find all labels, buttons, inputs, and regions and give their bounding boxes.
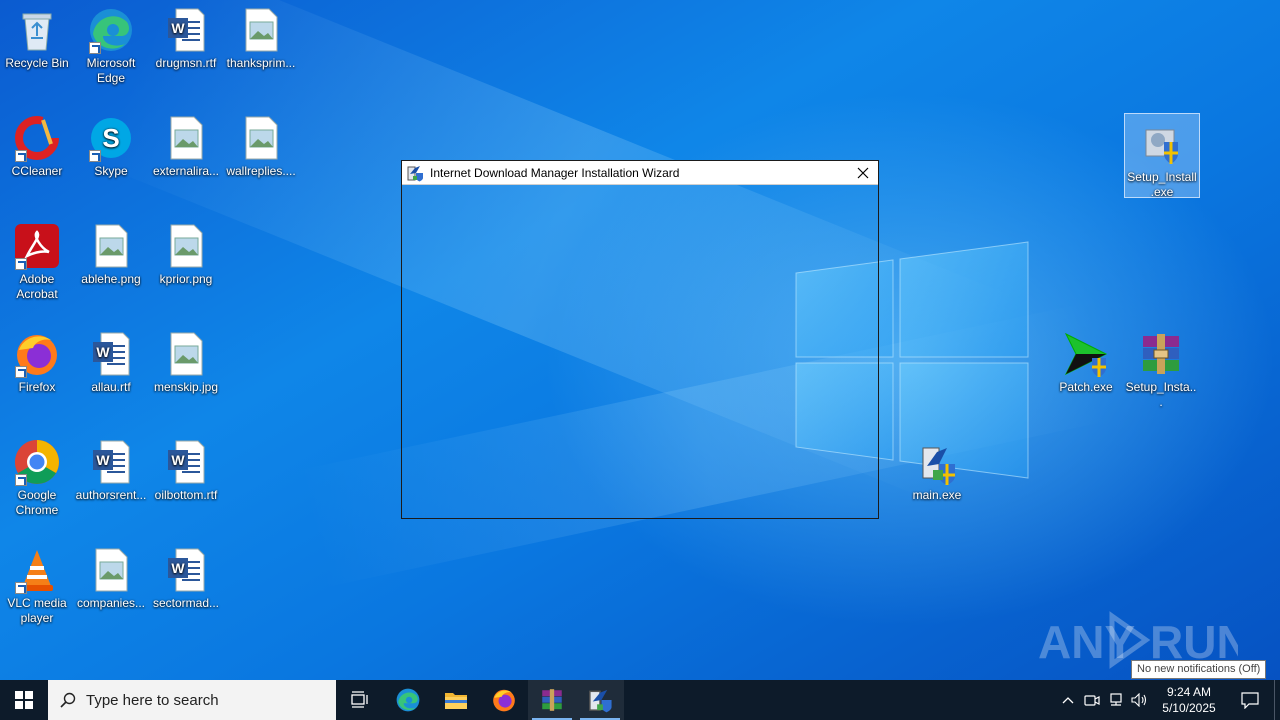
acrobat-icon (13, 222, 61, 270)
desktop-icon-setup-insta-archive[interactable]: Setup_Insta... (1124, 330, 1198, 410)
word-document-icon: W (162, 438, 210, 486)
start-button[interactable] (0, 680, 48, 720)
task-view-icon (351, 691, 368, 708)
taskbar-edge-button[interactable] (384, 680, 432, 720)
setup-exe-icon (913, 438, 961, 486)
svg-text:W: W (171, 560, 185, 576)
vlc-icon (13, 546, 61, 594)
edge-icon (87, 6, 135, 54)
desktop-icon-authorsrent[interactable]: W authorsrent... (74, 438, 148, 503)
image-file-icon (237, 114, 285, 162)
taskbar-firefox-button[interactable] (480, 680, 528, 720)
desktop-icon-microsoft-edge[interactable]: Microsoft Edge (74, 6, 148, 86)
image-file-icon (87, 546, 135, 594)
desktop-icon-allau-rtf[interactable]: W allau.rtf (74, 330, 148, 395)
notification-icon (1241, 692, 1259, 709)
desktop-icon-adobe-acrobat[interactable]: Adobe Acrobat (0, 222, 74, 302)
show-desktop-button[interactable] (1274, 680, 1280, 720)
notification-tooltip: No new notifications (Off) (1131, 660, 1267, 679)
desktop-icon-drugmsn-rtf[interactable]: W drugmsn.rtf (149, 6, 223, 71)
desktop-icon-setup-install-exe[interactable]: Setup_Install.exe (1124, 113, 1200, 199)
image-file-icon (87, 222, 135, 270)
firefox-icon (13, 330, 61, 378)
idm-setup-icon (407, 165, 423, 181)
taskbar-file-explorer-button[interactable] (432, 680, 480, 720)
window-close-button[interactable] (848, 161, 878, 184)
desktop-icon-oilbottom-rtf[interactable]: W oilbottom.rtf (149, 438, 223, 503)
desktop-icon-skype[interactable]: S Skype (74, 114, 148, 179)
svg-text:W: W (171, 452, 185, 468)
winrar-icon (542, 689, 562, 711)
firefox-icon (493, 689, 515, 712)
action-center-button[interactable] (1226, 680, 1274, 720)
installer-shield-icon (1138, 120, 1186, 168)
desktop-icon-recycle-bin[interactable]: Recycle Bin (0, 6, 74, 71)
speaker-icon (1131, 693, 1147, 707)
desktop-icon-wallreplies[interactable]: wallreplies.... (224, 114, 298, 179)
desktop-background: Recycle Bin CCleaner Adobe Acrobat Firef… (0, 0, 1280, 680)
idm-setup-icon (589, 689, 612, 713)
winrar-archive-icon (1137, 330, 1185, 378)
chevron-up-icon (1062, 697, 1074, 704)
window-titlebar[interactable]: Internet Download Manager Installation W… (402, 161, 878, 185)
svg-text:W: W (96, 452, 110, 468)
word-document-icon: W (162, 6, 210, 54)
desktop-icon-thanksprim[interactable]: thanksprim... (224, 6, 298, 71)
network-icon (1110, 693, 1122, 706)
desktop-icon-main-exe[interactable]: main.exe (900, 438, 974, 503)
desktop-icon-ccleaner[interactable]: CCleaner (0, 114, 74, 179)
image-file-icon (162, 114, 210, 162)
taskbar-idm-setup-button[interactable] (576, 680, 624, 720)
word-document-icon: W (87, 330, 135, 378)
image-file-icon (162, 330, 210, 378)
desktop-icon-ablehe-png[interactable]: ablehe.png (74, 222, 148, 287)
chrome-icon (13, 438, 61, 486)
svg-text:W: W (96, 344, 110, 360)
desktop-icon-sectormad[interactable]: W sectormad... (149, 546, 223, 611)
desktop-icon-companies[interactable]: companies... (74, 546, 148, 611)
file-explorer-icon (445, 693, 467, 709)
word-document-icon: W (162, 546, 210, 594)
image-file-icon (162, 222, 210, 270)
desktop-icon-externalira[interactable]: externalira... (149, 114, 223, 179)
taskbar: Type here to search 9:24 AM 5/10/2025 (0, 680, 1280, 720)
desktop-icon-firefox[interactable]: Firefox (0, 330, 74, 395)
tray-volume-button[interactable] (1128, 680, 1152, 720)
desktop-icon-kprior-png[interactable]: kprior.png (149, 222, 223, 287)
system-tray: 9:24 AM 5/10/2025 (1056, 680, 1280, 720)
desktop-icon-google-chrome[interactable]: Google Chrome (0, 438, 74, 518)
taskbar-winrar-button[interactable] (528, 680, 576, 720)
edge-icon (396, 688, 420, 712)
search-icon (60, 692, 76, 708)
clock-date: 5/10/2025 (1162, 701, 1216, 715)
desktop-icon-patch-exe[interactable]: Patch.exe (1049, 330, 1123, 395)
idm-patch-icon (1062, 330, 1110, 378)
image-file-icon (237, 6, 285, 54)
camera-icon (1084, 695, 1100, 706)
desktop-icon-menskip-jpg[interactable]: menskip.jpg (149, 330, 223, 395)
windows-start-icon (15, 691, 33, 709)
search-placeholder: Type here to search (86, 691, 219, 709)
tray-meet-now-button[interactable] (1080, 680, 1104, 720)
taskbar-clock[interactable]: 9:24 AM 5/10/2025 (1152, 684, 1226, 716)
svg-text:S: S (102, 123, 119, 153)
ccleaner-icon (13, 114, 61, 162)
show-hidden-icons-button[interactable] (1056, 680, 1080, 720)
skype-icon: S (87, 114, 135, 162)
window-title: Internet Download Manager Installation W… (430, 165, 680, 180)
task-view-button[interactable] (336, 680, 384, 720)
close-icon (857, 167, 869, 178)
tray-network-button[interactable] (1104, 680, 1128, 720)
idm-installation-wizard-window[interactable]: Internet Download Manager Installation W… (401, 160, 879, 519)
recycle-bin-icon (13, 6, 61, 54)
svg-text:W: W (171, 20, 185, 36)
desktop-icon-vlc[interactable]: VLC media player (0, 546, 74, 626)
clock-time: 9:24 AM (1166, 685, 1212, 699)
taskbar-search-box[interactable]: Type here to search (48, 680, 336, 720)
word-document-icon: W (87, 438, 135, 486)
